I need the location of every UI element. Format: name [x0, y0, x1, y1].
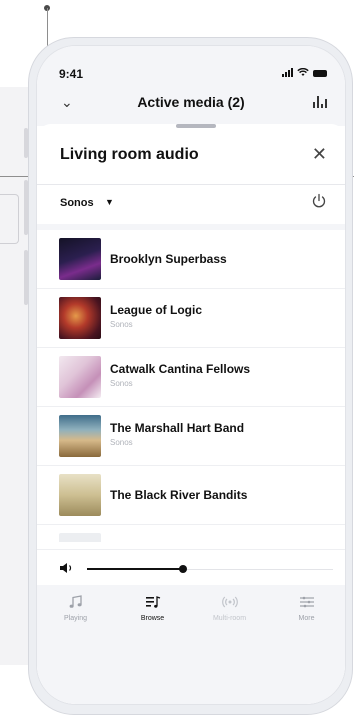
media-sheet: Living room audio ✕ Sonos ▼ Brooklyn Sup… [37, 124, 345, 704]
list-item[interactable]: Catwalk Cantina Fellows Sonos [37, 348, 345, 407]
tab-label: Playing [64, 615, 87, 622]
tab-bar: Playing Browse Multi-room More [37, 585, 345, 635]
signal-icon [282, 68, 293, 77]
album-art [59, 297, 101, 339]
status-time: 9:41 [59, 67, 84, 81]
volume-slider-handle[interactable] [179, 565, 187, 573]
browse-icon [145, 596, 160, 608]
tab-multi-room[interactable]: Multi-room [191, 585, 268, 635]
item-title: The Marshall Hart Band [110, 421, 245, 435]
home-indicator-area [37, 635, 345, 704]
item-subtitle: Sonos [110, 438, 133, 447]
tab-label: Multi-room [212, 615, 247, 622]
item-title: Brooklyn Superbass [110, 252, 227, 266]
status-icons [282, 68, 327, 77]
multi-room-icon [221, 596, 238, 608]
media-list: Brooklyn Superbass League of Logic Sonos… [37, 230, 345, 542]
sheet-grabber[interactable] [176, 124, 216, 128]
album-art [59, 415, 101, 457]
list-item[interactable]: The Marshall Hart Band Sonos [37, 407, 345, 466]
side-button [24, 250, 28, 305]
album-art [59, 474, 101, 516]
item-subtitle: Sonos [110, 379, 133, 388]
power-icon[interactable] [311, 193, 327, 209]
item-title: Catwalk Cantina Fellows [110, 362, 251, 376]
album-art [59, 356, 101, 398]
item-title: The Black River Bandits [110, 488, 248, 502]
equalizer-icon[interactable] [313, 96, 327, 108]
music-note-icon [69, 595, 82, 608]
item-subtitle: Sonos [110, 320, 133, 329]
source-selector[interactable]: Sonos ▼ [37, 184, 345, 225]
volume-control [37, 549, 345, 586]
tab-label: More [298, 615, 315, 622]
list-item[interactable]: League of Logic Sonos [37, 289, 345, 348]
list-item[interactable]: The Black River Bandits [37, 466, 345, 525]
wifi-icon [297, 68, 309, 76]
album-art [59, 238, 101, 280]
tab-label: Browse [140, 615, 165, 622]
volume-icon[interactable] [59, 562, 75, 574]
page-title: Active media (2) [137, 94, 245, 110]
caret-down-icon: ▼ [105, 197, 114, 207]
side-button [24, 128, 28, 158]
background-bracket [0, 194, 19, 244]
source-label: Sonos [60, 197, 94, 209]
more-icon [299, 596, 314, 608]
tab-more[interactable]: More [268, 585, 345, 635]
battery-icon [313, 70, 327, 77]
tab-playing[interactable]: Playing [37, 585, 114, 635]
item-title: League of Logic [110, 303, 203, 317]
album-art [59, 533, 101, 542]
side-button [24, 180, 28, 235]
phone-screen: 9:41 ⌄ Active media (2) Living room audi… [36, 45, 346, 705]
status-bar: 9:41 [37, 46, 345, 86]
close-icon[interactable]: ✕ [312, 145, 327, 163]
volume-fill [87, 568, 183, 570]
list-item[interactable]: Brooklyn Superbass [37, 230, 345, 289]
active-media-header: ⌄ Active media (2) [37, 86, 345, 126]
tab-browse[interactable]: Browse [114, 585, 191, 635]
sheet-title: Living room audio [60, 146, 199, 163]
list-item[interactable] [37, 525, 345, 542]
